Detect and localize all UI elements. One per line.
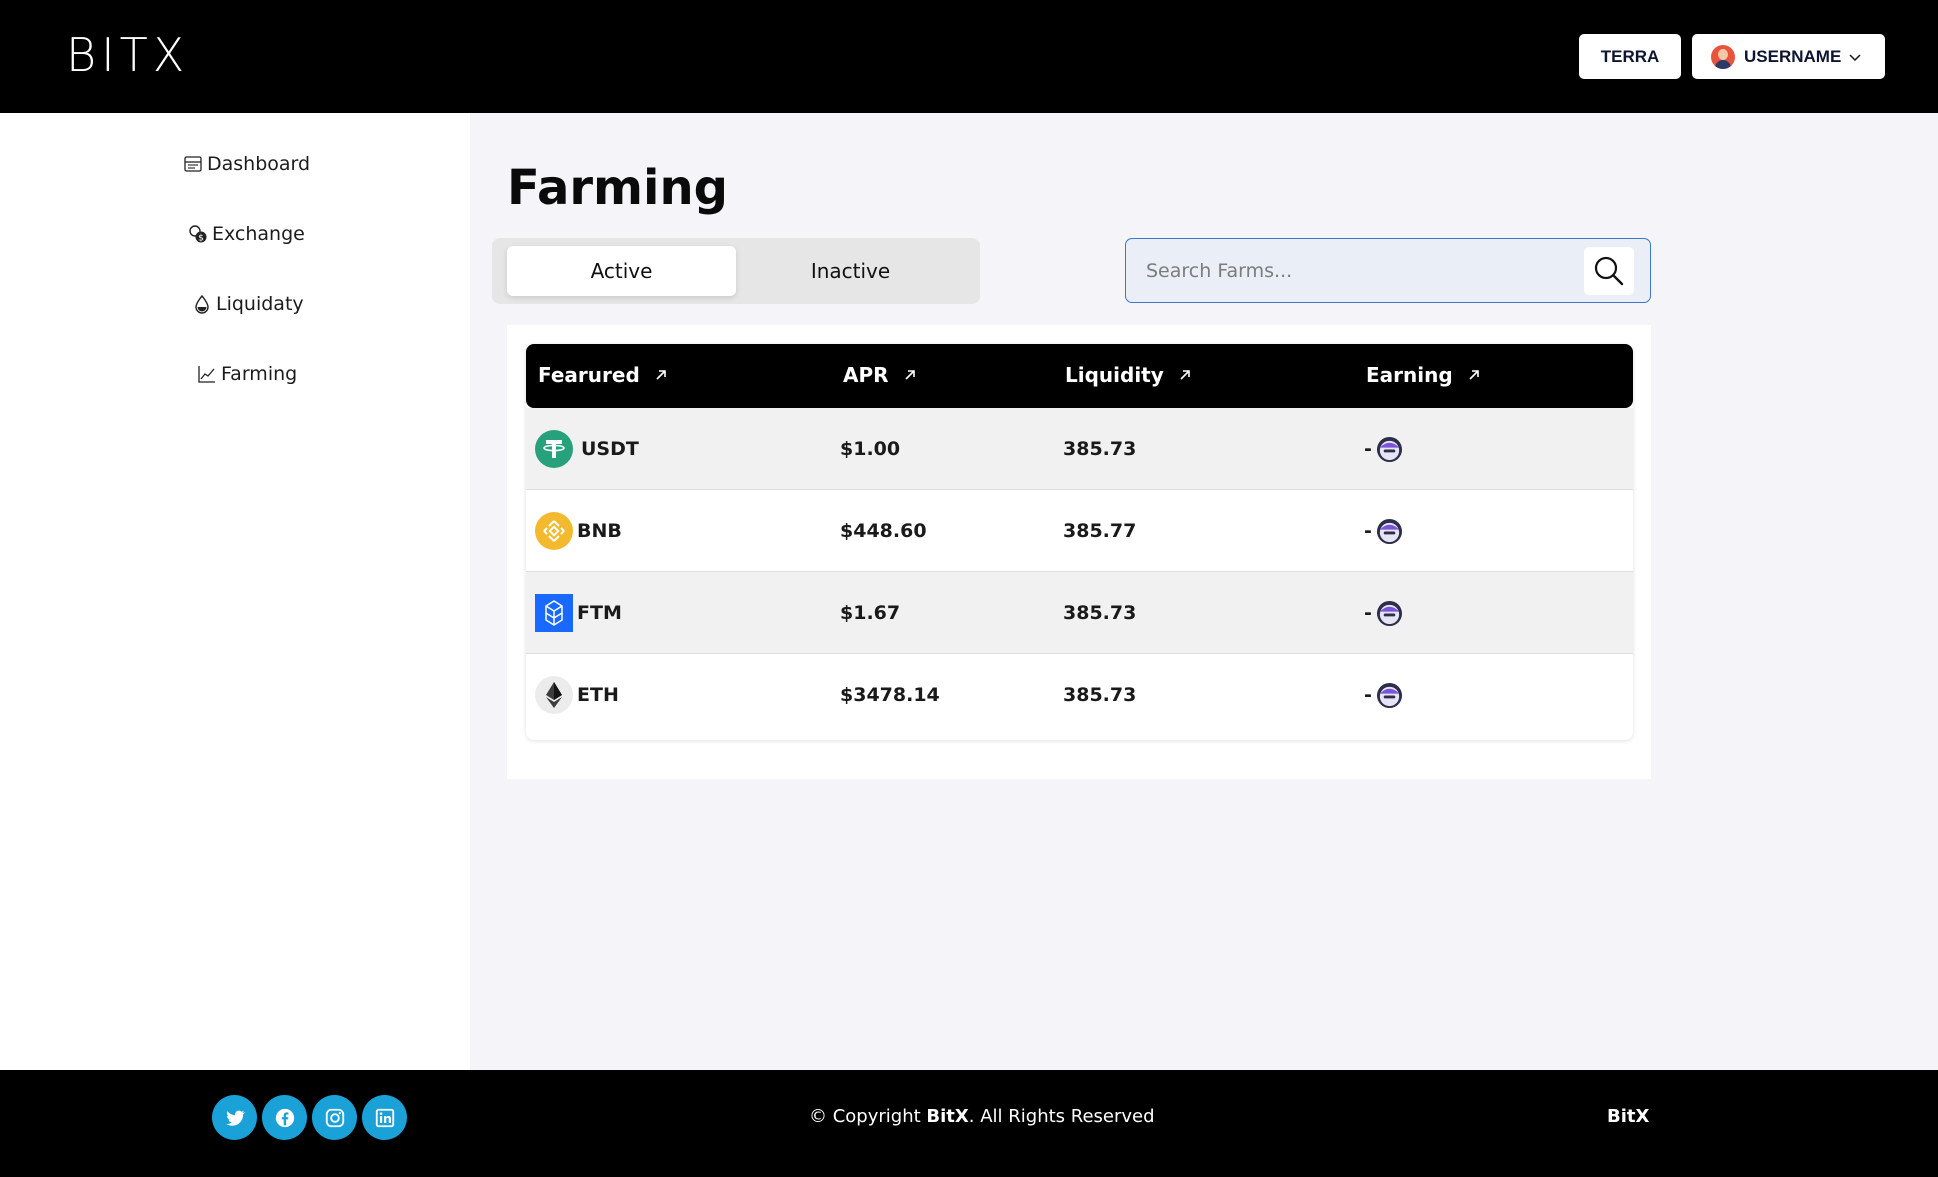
- sidebar-item-label: Liquidaty: [216, 293, 304, 315]
- apr-value: $3478.14: [840, 684, 940, 706]
- facebook-link[interactable]: [262, 1095, 307, 1140]
- earning-value: -: [1364, 602, 1372, 624]
- sidebar-item-liquidity[interactable]: Liquidaty: [192, 293, 304, 315]
- dashboard-icon: [184, 156, 202, 172]
- tab-active[interactable]: Active: [507, 246, 736, 296]
- table-header: Fearured APR Liquidity Earning: [526, 344, 1633, 408]
- exchange-icon: $: [189, 225, 207, 244]
- apr-value: $1.00: [840, 438, 901, 460]
- sidebar-item-label: Exchange: [212, 223, 305, 245]
- footer-brand[interactable]: BitX: [1607, 1106, 1649, 1127]
- user-menu-button[interactable]: USERNAME: [1692, 34, 1885, 79]
- earning-value: -: [1364, 520, 1372, 542]
- liquidity-value: 385.77: [1063, 520, 1137, 542]
- copyright-text: © Copyright BitX. All Rights Reserved: [809, 1106, 1155, 1127]
- sidebar-item-exchange[interactable]: $ Exchange: [188, 223, 305, 245]
- table-row[interactable]: FTM $1.67 385.73 -: [526, 572, 1633, 654]
- farms-card: Fearured APR Liquidity Earning USDT $1.0…: [507, 325, 1651, 779]
- top-navbar: BITX TERRA USERNAME: [0, 0, 1938, 113]
- earning-value: -: [1364, 438, 1372, 460]
- brand-logo[interactable]: BITX: [66, 28, 189, 82]
- username-label: USERNAME: [1744, 46, 1842, 66]
- instagram-link[interactable]: [312, 1095, 357, 1140]
- apr-value: $448.60: [840, 520, 927, 542]
- token-name: FTM: [577, 602, 622, 624]
- instagram-icon: [325, 1108, 344, 1127]
- facebook-icon: [275, 1108, 294, 1127]
- network-button[interactable]: TERRA: [1579, 34, 1681, 79]
- column-header-apr[interactable]: APR: [843, 363, 917, 387]
- sidebar-item-label: Dashboard: [207, 153, 311, 175]
- sort-arrow-icon: [1469, 370, 1479, 380]
- liquidity-value: 385.73: [1063, 684, 1137, 706]
- liquidity-drop-icon: [195, 294, 209, 314]
- sidebar-item-farming[interactable]: Farming: [197, 363, 297, 385]
- search-button[interactable]: [1584, 247, 1634, 295]
- footer: © Copyright BitX. All Rights Reserved Bi…: [0, 1070, 1938, 1177]
- earning-value: -: [1364, 684, 1372, 706]
- twitter-link[interactable]: [212, 1095, 257, 1140]
- search-input[interactable]: [1146, 251, 1566, 291]
- reward-token-icon: [1376, 682, 1402, 708]
- tab-inactive[interactable]: Inactive: [736, 246, 965, 296]
- liquidity-value: 385.73: [1063, 438, 1137, 460]
- table-row[interactable]: BNB $448.60 385.77 -: [526, 490, 1633, 572]
- sidebar-item-label: Farming: [221, 363, 298, 385]
- reward-token-icon: [1376, 600, 1402, 626]
- token-name: ETH: [577, 684, 619, 706]
- sort-arrow-icon: [1180, 370, 1190, 380]
- sidebar: Dashboard $ Exchange Liquidaty Farming: [0, 113, 470, 1070]
- column-header-earning[interactable]: Earning: [1366, 363, 1481, 387]
- bnb-icon: [535, 512, 573, 550]
- svg-text:$: $: [198, 234, 204, 244]
- farms-table: Fearured APR Liquidity Earning USDT $1.0…: [526, 344, 1633, 740]
- search-box: [1125, 238, 1651, 303]
- sort-arrow-icon: [904, 370, 915, 380]
- sort-arrow-icon: [656, 370, 666, 380]
- linkedin-link[interactable]: [362, 1095, 407, 1140]
- token-name: USDT: [581, 438, 639, 460]
- column-header-liquidity[interactable]: Liquidity: [1065, 363, 1192, 387]
- token-name: BNB: [577, 520, 622, 542]
- avatar: [1711, 44, 1735, 69]
- ethereum-icon: [535, 676, 573, 714]
- search-icon: [1594, 256, 1624, 286]
- sidebar-item-dashboard[interactable]: Dashboard: [183, 153, 310, 175]
- reward-token-icon: [1376, 436, 1402, 462]
- table-row[interactable]: USDT $1.00 385.73 -: [526, 408, 1633, 490]
- reward-token-icon: [1376, 518, 1402, 544]
- apr-value: $1.67: [840, 602, 901, 624]
- status-tabs: Active Inactive: [492, 238, 980, 304]
- tether-icon: [535, 430, 573, 468]
- chart-line-icon: [198, 366, 215, 383]
- page-title: Farming: [507, 160, 729, 216]
- fantom-icon: [535, 594, 573, 632]
- chevron-down-icon: [1849, 53, 1861, 61]
- linkedin-icon: [375, 1108, 394, 1127]
- table-row[interactable]: ETH $3478.14 385.73 -: [526, 654, 1633, 736]
- column-header-featured[interactable]: Fearured: [538, 363, 668, 387]
- twitter-icon: [225, 1110, 245, 1126]
- liquidity-value: 385.73: [1063, 602, 1137, 624]
